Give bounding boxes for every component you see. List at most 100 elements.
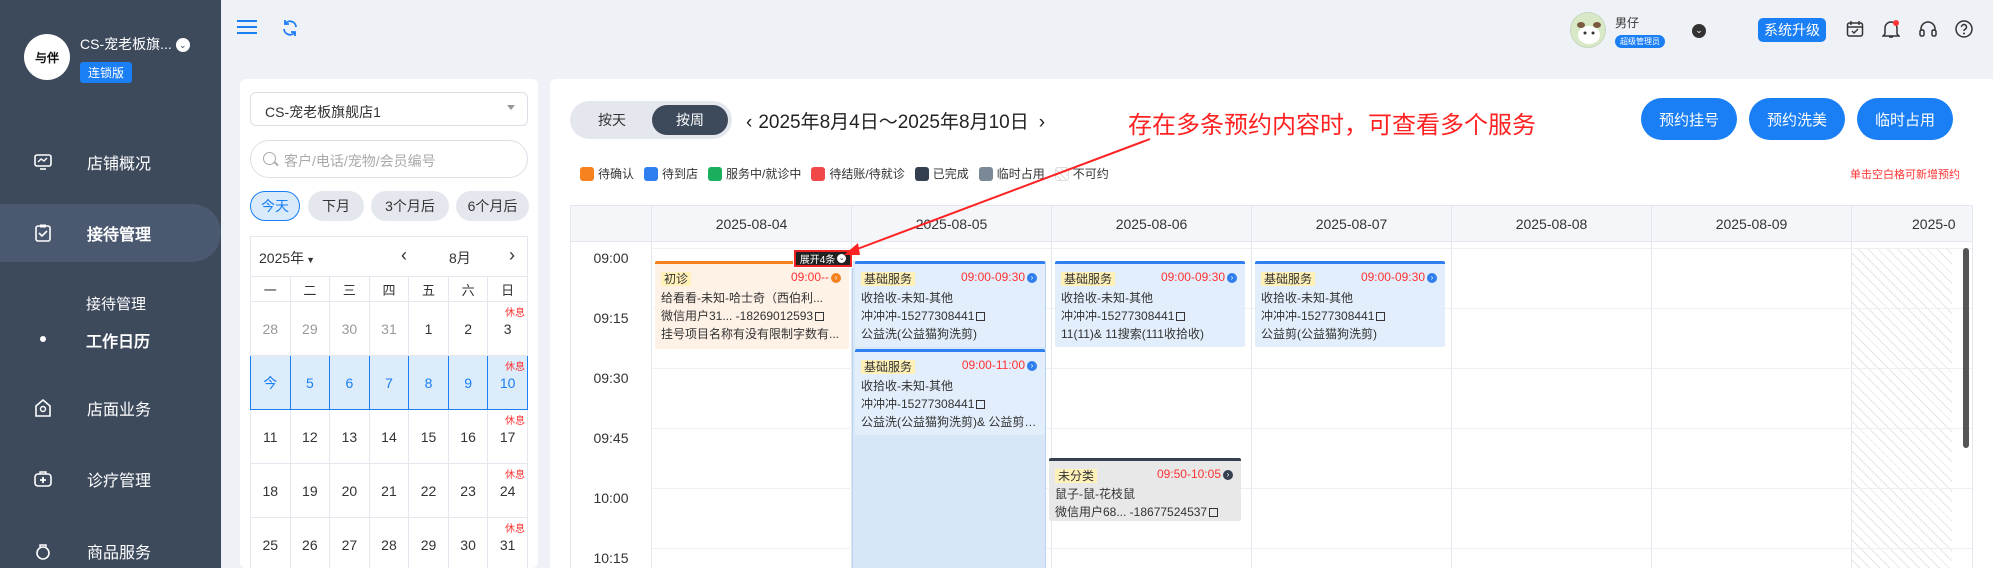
day-cell[interactable]: 休息 3 (487, 301, 528, 356)
menu-item-reception[interactable]: 接待管理 (0, 204, 221, 262)
day-cell[interactable]: 休息 10 (487, 355, 528, 410)
day-cell[interactable]: 11 (250, 409, 291, 464)
day-cell[interactable]: 23 (447, 463, 489, 518)
copy-icon[interactable] (815, 312, 825, 322)
day-cell[interactable]: 1 (408, 301, 449, 356)
day-cell[interactable]: 2 (447, 301, 489, 356)
store-header[interactable]: 与伴 CS-宠老板旗... ⌄ 连锁版 (0, 0, 221, 115)
view-day-tab[interactable]: 按天 (574, 105, 650, 135)
day-cell[interactable]: 27 (329, 517, 370, 568)
day-number: 30 (460, 536, 476, 553)
day-cell[interactable]: 18 (250, 463, 291, 518)
topbar: 男仔 超级管理员 ⌄ 系统升级 (221, 0, 1993, 58)
view-week-tab[interactable]: 按周 (652, 105, 728, 135)
day-cell[interactable]: 5 (289, 355, 331, 410)
copy-icon[interactable] (1176, 312, 1186, 322)
day-cell[interactable]: 28 (368, 517, 410, 568)
day-cell[interactable]: 30 (329, 301, 370, 356)
time-label: 09:30 (593, 370, 629, 386)
bell-icon[interactable] (1881, 19, 1901, 44)
day-cell[interactable]: 13 (329, 409, 370, 464)
time-label: 09:45 (593, 430, 629, 446)
submenu-work-calendar[interactable]: 工作日历 (86, 328, 150, 352)
menu-item-medical[interactable]: 诊疗管理 (0, 451, 221, 507)
headset-icon[interactable] (1918, 19, 1938, 44)
day-number: 29 (420, 536, 437, 553)
day-cell[interactable]: 25 (250, 517, 291, 568)
store-name[interactable]: CS-宠老板旗... ⌄ (80, 34, 190, 54)
chevron-down-icon[interactable]: ⌄ (175, 38, 190, 53)
customer-search-input[interactable]: 客户/电话/宠物/会员编号 (250, 140, 528, 178)
day-cell[interactable]: 30 (447, 517, 489, 568)
appointment-card[interactable]: 基础服务 09:00-11:00 › 收拾收-未知-其他 冲冲冲-15277308… (855, 349, 1045, 435)
next-month-icon[interactable]: › (509, 245, 515, 266)
day-cell[interactable]: 12 (289, 409, 331, 464)
day-cell[interactable]: 14 (368, 409, 410, 464)
range-3-months-button[interactable]: 3个月后 (371, 191, 449, 221)
calendar-icon[interactable] (1846, 20, 1864, 43)
day-cell[interactable]: 28 (250, 301, 291, 356)
appointment-card[interactable]: 未分类 09:50-10:05 › 鼠子-鼠-花枝鼠 微信用户68... -186… (1049, 458, 1241, 521)
logo-text: 与伴 (34, 50, 59, 65)
appointment-card[interactable]: 初诊 09:00-- › 给看看-未知-哈士奇（西伯利... 微信用户31... … (655, 261, 849, 349)
copy-icon[interactable] (976, 400, 986, 410)
day-cell[interactable]: 休息 24 (487, 463, 528, 518)
day-cell[interactable]: 26 (289, 517, 331, 568)
appointment-card[interactable]: 基础服务 09:00-09:30 › 收拾收-未知-其他 冲冲冲-15277308… (1055, 261, 1245, 347)
appointment-card[interactable]: 基础服务 09:00-09:30 › 收拾收-未知-其他 冲冲冲-15277308… (1255, 261, 1445, 347)
day-cell[interactable]: 16 (447, 409, 489, 464)
copy-icon[interactable] (976, 312, 986, 322)
day-cell[interactable]: 21 (368, 463, 410, 518)
next-week-icon[interactable]: › (1039, 112, 1045, 133)
date-column-header: 2025-08-04 (651, 206, 851, 242)
day-cell[interactable]: 9 (447, 355, 489, 410)
copy-icon[interactable] (1209, 508, 1219, 518)
expand-appointments-button[interactable]: 展开4条 ⌄ (793, 249, 853, 268)
submenu-reception-management[interactable]: 接待管理 (86, 293, 146, 314)
card-line: 冲冲冲-15277308441 (861, 307, 1037, 324)
help-icon[interactable] (1954, 19, 1974, 44)
range-6-months-button[interactable]: 6个月后 (456, 191, 529, 221)
day-cell[interactable]: 15 (408, 409, 449, 464)
day-cell-today[interactable]: 今 (250, 355, 291, 410)
day-cell[interactable]: 29 (289, 301, 331, 356)
year-select[interactable]: 2025年 ▼ (259, 248, 315, 268)
user-avatar[interactable] (1570, 12, 1606, 48)
day-cell[interactable]: 6 (329, 355, 370, 410)
day-cell[interactable]: 22 (408, 463, 449, 518)
book-registration-button[interactable]: 预约挂号 (1641, 98, 1737, 140)
day-number: 28 (381, 536, 397, 553)
menu-item-products[interactable]: 商品服务 (0, 523, 221, 568)
range-next-month-button[interactable]: 下月 (308, 191, 364, 221)
temporary-occupy-button[interactable]: 临时占用 (1857, 98, 1953, 140)
day-cell[interactable]: 29 (408, 517, 449, 568)
day-cell[interactable]: 19 (289, 463, 331, 518)
legend-label: 服务中/就诊中 (726, 167, 802, 181)
card-time: 09:00-09:30 › (1161, 270, 1237, 284)
day-cell[interactable]: 休息 31 (487, 517, 528, 568)
store-select[interactable]: CS-宠老板旗舰店1 (250, 92, 528, 126)
prev-week-icon[interactable]: ‹ (746, 112, 752, 133)
vertical-scrollbar[interactable] (1963, 248, 1969, 448)
day-cell[interactable]: 8 (408, 355, 449, 410)
legend-label: 已完成 (932, 167, 969, 181)
week-range: ‹ 2025年8月4日～2025年8月10日 › (746, 107, 1045, 134)
card-time-text: 09:00-11:00 (961, 358, 1025, 372)
copy-icon[interactable] (1376, 312, 1386, 322)
user-menu-chevron-icon[interactable]: ⌄ (1692, 24, 1706, 38)
menu-item-store-overview[interactable]: 店铺概况 (0, 134, 221, 190)
user-role-badge: 超级管理员 (1615, 35, 1665, 48)
day-cell[interactable]: 31 (368, 301, 410, 356)
upgrade-button[interactable]: 系统升级 (1758, 18, 1826, 42)
legend-item: 待结账/待就诊 (811, 165, 905, 182)
book-grooming-button[interactable]: 预约洗美 (1749, 98, 1845, 140)
prev-month-icon[interactable]: ‹ (401, 245, 407, 266)
day-cell[interactable]: 休息 17 (487, 409, 528, 464)
appointment-card[interactable]: 基础服务 09:00-09:30 › 收拾收-未知-其他 冲冲冲-15277308… (855, 261, 1045, 347)
day-cell[interactable]: 7 (368, 355, 410, 410)
menu-toggle-icon[interactable] (237, 19, 257, 35)
day-cell[interactable]: 20 (329, 463, 370, 518)
menu-item-store-business[interactable]: 店面业务 (0, 380, 221, 436)
refresh-icon[interactable] (281, 19, 299, 37)
range-today-button[interactable]: 今天 (250, 191, 300, 221)
